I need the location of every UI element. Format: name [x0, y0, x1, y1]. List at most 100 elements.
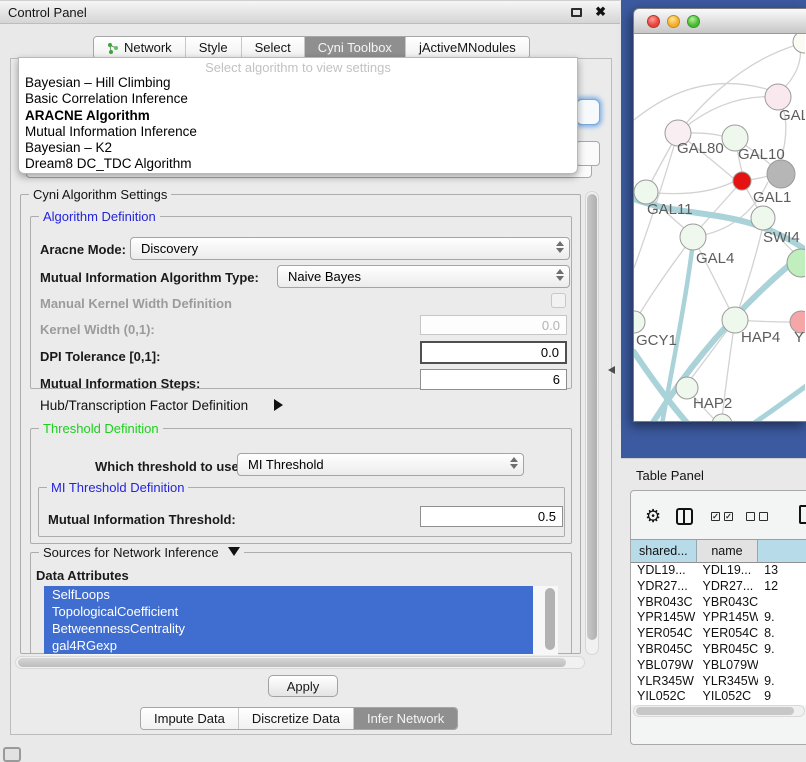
mi-threshold-field[interactable]: 0.5 — [420, 506, 563, 527]
minimize-traffic-light-icon[interactable] — [667, 15, 680, 28]
node-label: GAL11 — [647, 201, 693, 218]
zoom-traffic-light-icon[interactable] — [687, 15, 700, 28]
bottom-tab-discretize-data[interactable]: Discretize Data — [238, 708, 353, 729]
tab-jactivemnodules[interactable]: jActiveMNodules — [405, 37, 529, 58]
node-gcy1[interactable] — [634, 311, 645, 333]
node-swi4[interactable] — [751, 206, 775, 230]
network-window-titlebar[interactable] — [634, 9, 806, 34]
bottom-tab-impute-data[interactable]: Impute Data — [141, 708, 238, 729]
table-cell: YDR27... — [697, 579, 759, 595]
network-view-window: GALGAL80GAL10GAL1GAL11SWI4GAL4GCY1HAP4YH… — [633, 8, 806, 422]
apply-button[interactable]: Apply — [268, 675, 338, 697]
algorithm-option[interactable]: Bayesian – Hill Climbing — [19, 75, 577, 91]
table-row[interactable]: YPR145WYPR145W9. — [631, 610, 806, 626]
table-cell: YDL19... — [631, 563, 697, 579]
checked-box-icon[interactable]: ✓ — [711, 512, 720, 521]
network-edge[interactable] — [634, 84, 776, 120]
attribute-list-item[interactable]: TopologicalCoefficient — [44, 603, 533, 620]
data-attributes-list[interactable]: SelfLoopsTopologicalCoefficientBetweenne… — [44, 586, 558, 655]
settings-horizontal-scrollbar[interactable] — [15, 656, 585, 669]
network-edge-thick[interactable] — [750, 386, 805, 421]
table-row[interactable]: YIL052CYIL052C9 — [631, 689, 806, 705]
table-row[interactable]: YBR043CYBR043C — [631, 595, 806, 611]
settings-vertical-scrollbar[interactable] — [585, 191, 599, 655]
kernel-width-field[interactable]: 0.0 — [420, 315, 567, 335]
attribute-list-item[interactable]: gal4RGexp — [44, 637, 533, 654]
sources-collapse-arrow-icon[interactable] — [228, 547, 240, 556]
mouse-cursor — [608, 366, 615, 374]
algorithm-option[interactable]: ARACNE Algorithm — [19, 108, 577, 124]
mi-steps-field[interactable]: 6 — [420, 369, 567, 390]
close-icon[interactable]: ✖ — [595, 4, 606, 20]
table-row[interactable]: YDR27...YDR27...12 — [631, 579, 806, 595]
node-gray[interactable] — [767, 160, 795, 188]
table-horizontal-scrollbar[interactable] — [633, 705, 805, 717]
node-top[interactable] — [793, 34, 805, 53]
unchecked-box-icon[interactable] — [746, 512, 755, 521]
manual-kernel-width-checkbox[interactable] — [551, 293, 566, 308]
unchecked-box-icon[interactable] — [759, 512, 768, 521]
table-combo-fragment[interactable] — [576, 141, 600, 166]
gear-icon[interactable]: ⚙ — [645, 507, 661, 525]
table-header-row: shared...name — [631, 540, 806, 563]
aracne-mode-combo[interactable]: Discovery — [130, 237, 570, 260]
bottom-tab-infer-network[interactable]: Infer Network — [353, 708, 457, 729]
hub-expand-arrow-icon[interactable] — [274, 399, 283, 411]
algorithm-option[interactable]: Bayesian – K2 — [19, 140, 577, 156]
document-icon[interactable] — [799, 505, 806, 524]
table-cell: YBR043C — [631, 595, 697, 611]
tab-select[interactable]: Select — [241, 37, 304, 58]
table-cell: YBR043C — [697, 595, 759, 611]
dpi-tolerance-field[interactable]: 0.0 — [420, 341, 567, 364]
algorithm-popup-prompt: Select algorithm to view settings — [19, 60, 577, 75]
column-header[interactable]: name — [697, 540, 759, 563]
which-threshold-combo[interactable]: MI Threshold — [237, 453, 524, 476]
columns-icon[interactable] — [676, 508, 693, 525]
tab-label: Select — [255, 40, 291, 55]
algorithm-option[interactable]: Dream8 DC_TDC Algorithm — [19, 156, 577, 172]
tab-cyni-toolbox[interactable]: Cyni Toolbox — [304, 37, 405, 58]
network-icon — [107, 42, 119, 54]
node-label: GAL4 — [696, 250, 734, 267]
tab-network[interactable]: Network — [94, 37, 185, 58]
float-window-icon[interactable] — [571, 8, 582, 17]
tab-style[interactable]: Style — [185, 37, 241, 58]
mi-algorithm-type-value: Naive Bayes — [288, 269, 361, 284]
table-cell: YBL079W — [697, 658, 759, 674]
hub-definition-label[interactable]: Hub/Transcription Factor Definition — [40, 398, 248, 413]
tab-label: Network — [124, 40, 172, 55]
cyni-settings-group-title: Cyni Algorithm Settings — [29, 187, 171, 202]
corner-widget-fragment[interactable] — [3, 747, 21, 762]
node-gal1[interactable] — [733, 172, 751, 190]
table-body: YDL19...YDL19...13YDR27...YDR27...12YBR0… — [631, 563, 806, 705]
checked-box-icon[interactable]: ✓ — [724, 512, 733, 521]
node-gal4[interactable] — [680, 224, 706, 250]
network-edge[interactable] — [646, 182, 733, 194]
table-row[interactable]: YDL19...YDL19...13 — [631, 563, 806, 579]
table-row[interactable]: YBL079WYBL079W — [631, 658, 806, 674]
mi-algorithm-type-combo[interactable]: Naive Bayes — [277, 265, 570, 288]
aracne-mode-label: Aracne Mode: — [40, 242, 126, 257]
node-green[interactable] — [787, 249, 805, 277]
column-header[interactable] — [758, 540, 806, 563]
inference-algorithm-combo-fragment[interactable] — [576, 99, 600, 125]
close-traffic-light-icon[interactable] — [647, 15, 660, 28]
table-cell: YIL052C — [697, 689, 759, 705]
node-label: Y — [794, 329, 804, 346]
bottom-tab-label: Impute Data — [154, 711, 225, 726]
table-cell: YER054C — [697, 626, 759, 642]
table-cell: 9. — [758, 674, 806, 690]
table-row[interactable]: YBR045CYBR045C9. — [631, 642, 806, 658]
attributes-list-scrollbar[interactable] — [545, 588, 555, 650]
table-row[interactable]: YER054CYER054C8. — [631, 626, 806, 642]
sources-group-title: Sources for Network Inference — [39, 545, 244, 560]
algorithm-option[interactable]: Mutual Information Inference — [19, 124, 577, 140]
mi-threshold-label: Mutual Information Threshold: — [48, 512, 236, 527]
algorithm-option[interactable]: Basic Correlation Inference — [19, 91, 577, 107]
attribute-list-item[interactable]: SelfLoops — [44, 586, 533, 603]
node-bottom[interactable] — [712, 414, 732, 421]
column-header[interactable]: shared... — [631, 540, 697, 563]
network-canvas[interactable]: GALGAL80GAL10GAL1GAL11SWI4GAL4GCY1HAP4YH… — [634, 34, 805, 421]
table-row[interactable]: YLR345WYLR345W9. — [631, 674, 806, 690]
attribute-list-item[interactable]: BetweennessCentrality — [44, 620, 533, 637]
